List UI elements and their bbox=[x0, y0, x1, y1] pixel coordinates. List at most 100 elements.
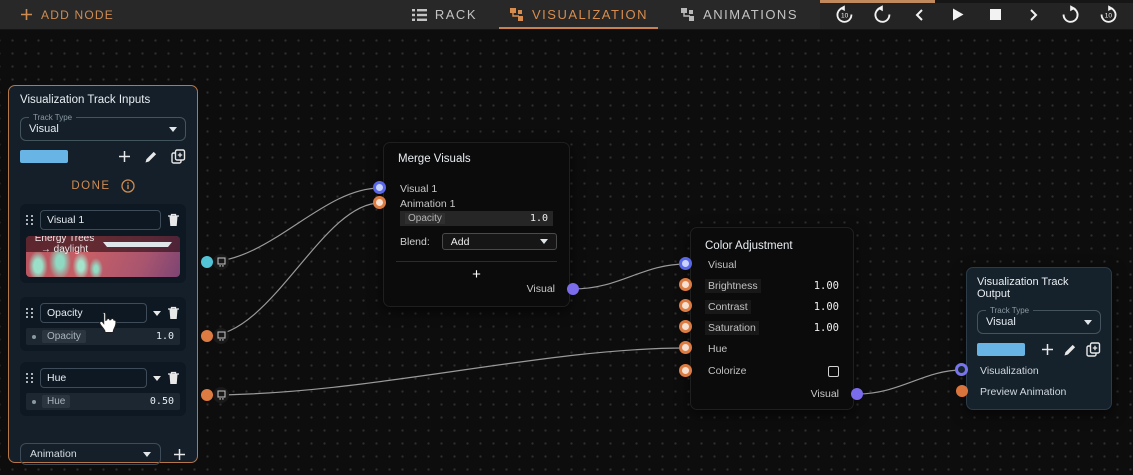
port-merge-visual1-input[interactable] bbox=[373, 181, 386, 194]
visual-preview-thumbnail[interactable]: Energy Trees → daylight bbox=[26, 236, 180, 277]
tab-rack-label: RACK bbox=[434, 7, 477, 22]
track-type-select[interactable]: Track Type Visual bbox=[20, 113, 186, 141]
port-color-hue-input[interactable] bbox=[679, 341, 692, 354]
input-item-hue: Hue Hue 0.50 bbox=[20, 362, 186, 416]
restart-button[interactable] bbox=[869, 3, 895, 27]
duplicate-icon[interactable] bbox=[1086, 342, 1101, 357]
done-button[interactable]: DONE bbox=[20, 179, 186, 193]
drag-handle-icon[interactable] bbox=[26, 373, 34, 383]
opacity-param-label: Opacity bbox=[42, 330, 86, 343]
port-hue-output[interactable] bbox=[201, 389, 213, 401]
add-input-type-dropdown[interactable]: Animation bbox=[20, 443, 161, 465]
saturation-value[interactable]: 1.00 bbox=[814, 322, 839, 334]
loop-button[interactable] bbox=[1058, 3, 1084, 27]
panel-title: Visualization Track Inputs bbox=[20, 94, 151, 106]
colorize-label: Colorize bbox=[708, 365, 747, 377]
visualization-track-output-node[interactable]: Visualization Track Output Track Type Vi… bbox=[966, 267, 1112, 410]
port-color-visual-input[interactable] bbox=[679, 257, 692, 270]
output-input-visualization-label: Visualization bbox=[980, 365, 1039, 377]
output-input-preview-animation-label: Preview Animation bbox=[980, 386, 1067, 398]
top-toolbar: ADD NODE RACK VISUALIZATION ANIMATIONS 1… bbox=[0, 0, 1133, 30]
stop-button[interactable] bbox=[982, 3, 1008, 27]
tab-animations-label: ANIMATIONS bbox=[703, 7, 798, 22]
track-type-select[interactable]: Track Type Visual bbox=[977, 306, 1101, 334]
port-saturation-input[interactable] bbox=[679, 320, 692, 333]
tab-animations[interactable]: ANIMATIONS bbox=[664, 0, 814, 29]
port-visualization-input[interactable] bbox=[955, 363, 968, 376]
hue-param-value[interactable]: 0.50 bbox=[150, 396, 174, 407]
merge-opacity-field[interactable]: Opacity 1.0 bbox=[400, 211, 553, 226]
merge-opacity-label: Opacity bbox=[405, 213, 445, 224]
opacity-param-row[interactable]: Opacity 1.0 bbox=[26, 328, 180, 345]
blend-mode-dropdown[interactable]: Add bbox=[441, 233, 557, 250]
add-input-button[interactable] bbox=[173, 448, 186, 461]
brightness-value[interactable]: 1.00 bbox=[814, 280, 839, 292]
trash-icon[interactable] bbox=[167, 306, 180, 320]
info-icon[interactable] bbox=[120, 179, 135, 193]
tab-rack[interactable]: RACK bbox=[396, 0, 493, 29]
replay-10-button[interactable]: 10 bbox=[832, 3, 858, 27]
step-forward-button[interactable] bbox=[1020, 3, 1046, 27]
node-graph-icon bbox=[681, 8, 695, 21]
port-preview-animation-input[interactable] bbox=[956, 385, 968, 397]
hue-label: Hue bbox=[708, 343, 728, 355]
wire-node-chip-icon[interactable] bbox=[213, 387, 229, 403]
node-graph-canvas[interactable]: Visualization Track Inputs Track Type Vi… bbox=[0, 30, 1133, 475]
port-color-visual-output[interactable] bbox=[851, 388, 863, 400]
port-opacity-output[interactable] bbox=[201, 330, 213, 342]
visualization-track-inputs-node[interactable]: Visualization Track Inputs Track Type Vi… bbox=[8, 85, 198, 465]
port-merge-animation1-input[interactable] bbox=[373, 196, 386, 209]
color-adjustment-node[interactable]: Color Adjustment Visual Brightness 1.00 … bbox=[690, 227, 854, 410]
colorize-checkbox[interactable] bbox=[828, 365, 839, 377]
track-color-swatch[interactable] bbox=[977, 343, 1025, 356]
add-input-button[interactable]: + bbox=[384, 266, 569, 283]
track-type-label: Track Type bbox=[33, 113, 73, 122]
hue-name-input[interactable]: Hue bbox=[40, 368, 147, 388]
drag-handle-icon[interactable] bbox=[26, 308, 34, 318]
port-colorize-input[interactable] bbox=[679, 364, 692, 377]
chevron-down-icon bbox=[103, 241, 172, 247]
track-type-value: Visual bbox=[29, 123, 59, 135]
port-contrast-input[interactable] bbox=[679, 299, 692, 312]
port-visual1-output[interactable] bbox=[201, 256, 213, 268]
visual1-name-input[interactable]: Visual 1 bbox=[40, 210, 161, 230]
merge-opacity-value[interactable]: 1.0 bbox=[530, 213, 548, 224]
play-button[interactable] bbox=[945, 3, 971, 27]
input-item-visual1: Visual 1 Energy Trees → daylight bbox=[20, 204, 186, 283]
edit-pencil-icon[interactable] bbox=[144, 150, 158, 164]
opacity-name-input[interactable]: Opacity bbox=[40, 303, 147, 323]
port-brightness-input[interactable] bbox=[679, 278, 692, 291]
add-icon[interactable] bbox=[1041, 343, 1054, 356]
brightness-label: Brightness bbox=[705, 279, 761, 293]
add-input-type-value: Animation bbox=[30, 448, 77, 460]
plus-icon bbox=[21, 9, 32, 20]
contrast-value[interactable]: 1.00 bbox=[814, 301, 839, 313]
chevron-down-icon[interactable] bbox=[153, 310, 161, 316]
merge-input-visual1-label: Visual 1 bbox=[400, 183, 438, 195]
step-back-button[interactable] bbox=[907, 3, 933, 27]
track-type-value: Visual bbox=[986, 316, 1016, 328]
opacity-param-value[interactable]: 1.0 bbox=[156, 331, 174, 342]
chevron-down-icon bbox=[1084, 319, 1092, 325]
track-color-swatch[interactable] bbox=[20, 150, 68, 163]
add-icon[interactable] bbox=[118, 150, 131, 163]
drag-handle-icon[interactable] bbox=[26, 215, 34, 225]
edit-pencil-icon[interactable] bbox=[1063, 343, 1077, 357]
wire-node-chip-icon[interactable] bbox=[213, 254, 229, 270]
duplicate-icon[interactable] bbox=[171, 149, 186, 164]
trash-icon[interactable] bbox=[167, 213, 180, 227]
hue-param-row[interactable]: Hue 0.50 bbox=[26, 393, 180, 410]
port-merge-visual-output[interactable] bbox=[567, 283, 579, 295]
chevron-down-icon[interactable] bbox=[153, 375, 161, 381]
tab-visualization[interactable]: VISUALIZATION bbox=[493, 0, 664, 29]
panel-title: Visualization Track Output bbox=[977, 276, 1069, 300]
chevron-down-icon bbox=[169, 126, 177, 132]
add-node-button[interactable]: ADD NODE bbox=[0, 0, 128, 29]
track-type-label: Track Type bbox=[990, 306, 1030, 315]
merge-visuals-node[interactable]: Merge Visuals Visual 1 Animation 1 Opaci… bbox=[383, 142, 570, 307]
visual-source-dropdown[interactable]: Energy Trees → daylight bbox=[26, 236, 180, 255]
trash-icon[interactable] bbox=[167, 371, 180, 385]
wire-node-chip-icon[interactable] bbox=[213, 328, 229, 344]
forward-10-button[interactable]: 10 bbox=[1095, 3, 1121, 27]
svg-text:10: 10 bbox=[1105, 13, 1113, 20]
